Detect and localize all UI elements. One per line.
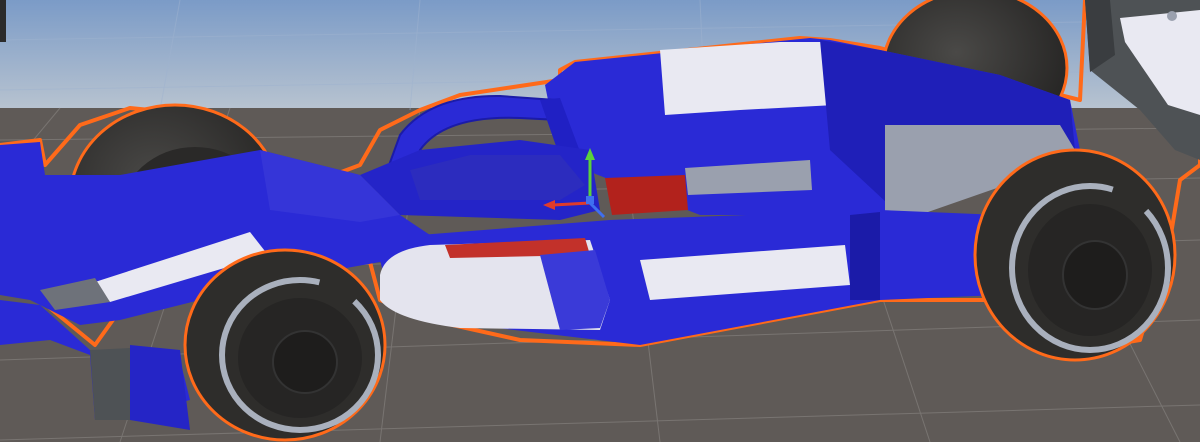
rear-tyre-front[interactable] — [973, 148, 1177, 362]
scene-canvas[interactable] — [0, 0, 1200, 442]
scene-view[interactable] — [0, 0, 1200, 442]
gear-icon — [1167, 11, 1177, 21]
front-tyre-front[interactable] — [183, 248, 387, 442]
engine-cover-white-band — [660, 42, 835, 115]
viewport-edge-marker — [0, 0, 6, 42]
sidepod-dark-band — [850, 212, 880, 300]
gizmo-x-axis[interactable] — [552, 201, 591, 207]
side-red-stripe — [605, 175, 688, 215]
gizmo-center-handle[interactable] — [586, 196, 594, 204]
